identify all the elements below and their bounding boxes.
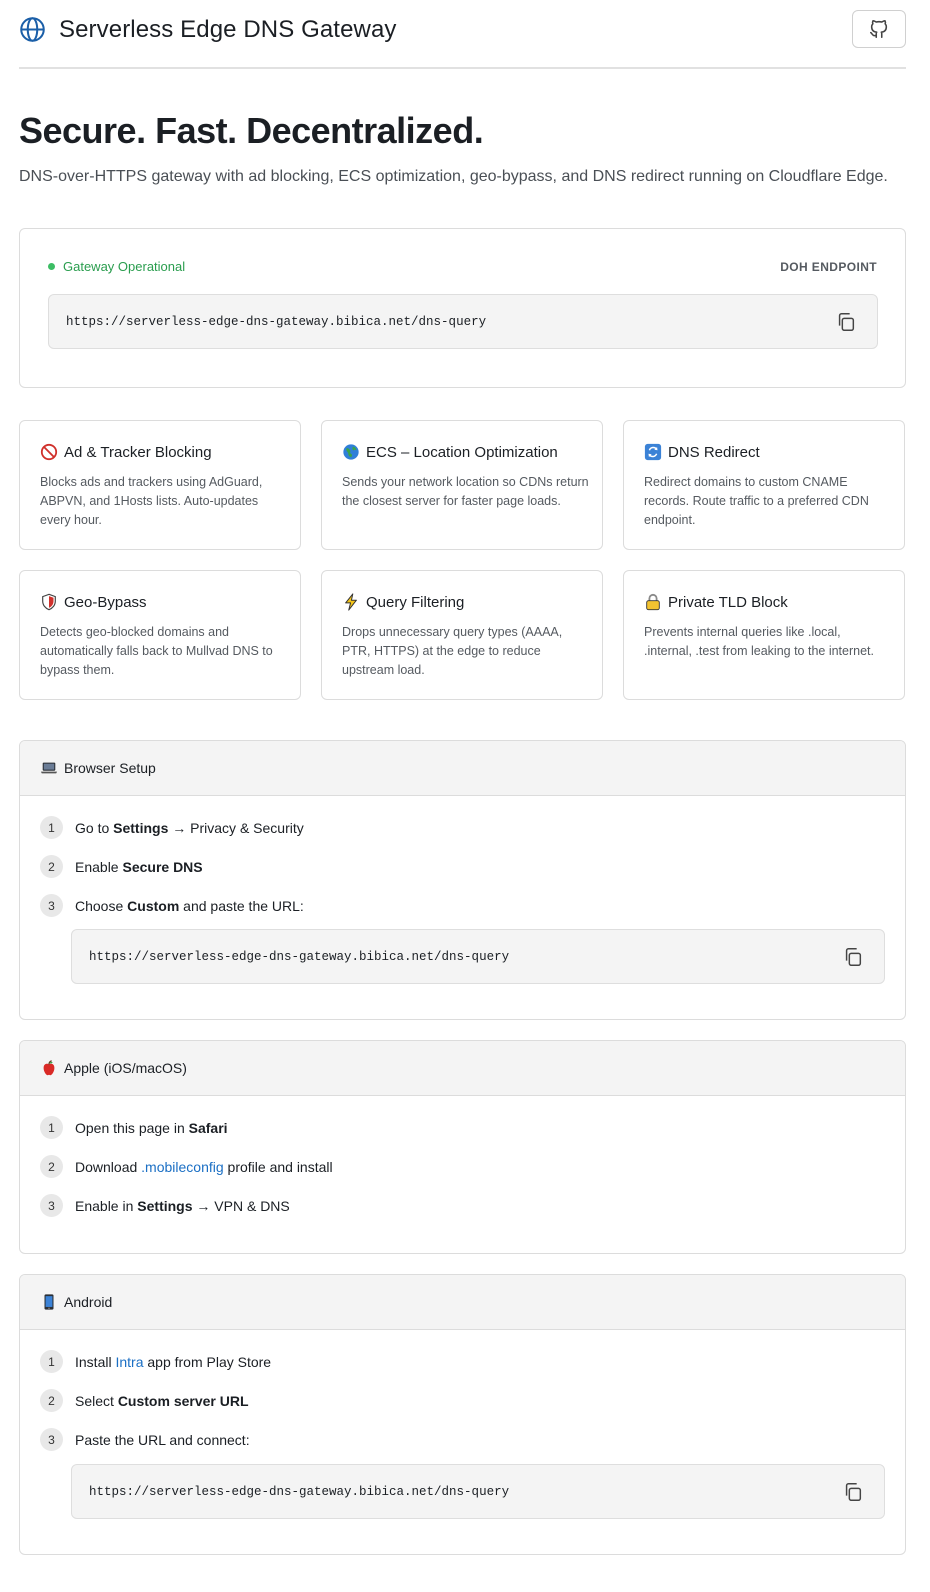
globe-americas-icon [343,444,359,460]
copy-icon[interactable] [842,1481,864,1503]
step-number: 2 [40,1155,63,1178]
feature-title: ECS – Location Optimization [366,443,558,461]
apple-setup-panel: Apple (iOS/macOS) 1 Open this page in Sa… [19,1040,906,1254]
no-entry-icon [40,443,58,461]
endpoint-card: Gateway Operational DOH ENDPOINT https:/… [19,228,906,388]
feature-title: Geo-Bypass [64,593,147,611]
lock-icon [646,593,660,611]
step-item: 2 Enable Secure DNS [40,855,203,878]
status-indicator: Gateway Operational [48,259,185,274]
step-number: 1 [40,1350,63,1373]
lightning-icon [345,593,357,611]
feature-card-private-tld: Private TLD Block Prevents internal quer… [623,570,905,700]
feature-card-geo-bypass: Geo-Bypass Detects geo-blocked domains a… [19,570,301,700]
status-dot-icon [48,263,55,270]
feature-card-ad-blocking: Ad & Tracker Blocking Blocks ads and tra… [19,420,301,550]
step-number: 3 [40,1428,63,1451]
feature-desc: Redirect domains to custom CNAME records… [644,475,869,527]
github-icon [869,20,888,39]
laptop-icon [40,762,58,774]
android-url[interactable]: https://serverless-edge-dns-gateway.bibi… [89,1485,509,1499]
endpoint-url[interactable]: https://serverless-edge-dns-gateway.bibi… [66,315,486,329]
app-title: Serverless Edge DNS Gateway [59,16,397,43]
panel-header[interactable]: Android [20,1275,905,1330]
arrows-cycle-icon [644,443,662,461]
step-number: 1 [40,816,63,839]
step-item: 3 Choose Custom and paste the URL: [40,894,304,917]
feature-title: DNS Redirect [668,443,760,461]
copy-icon[interactable] [835,311,857,333]
panel-title: Android [64,1294,113,1310]
status-text: Gateway Operational [63,259,186,274]
feature-title: Query Filtering [366,593,465,611]
globe-icon [20,17,45,42]
panel-header[interactable]: Browser Setup [20,741,905,796]
feature-desc: Sends your network location so CDNs retu… [342,475,589,508]
browser-url-box: https://serverless-edge-dns-gateway.bibi… [71,929,885,984]
feature-desc: Blocks ads and trackers using AdGuard, A… [40,475,263,527]
browser-setup-panel: Browser Setup 1 Go to Settings → Privacy… [19,740,906,1020]
android-setup-panel: Android 1 Install Intra app from Play St… [19,1274,906,1555]
endpoint-url-box: https://serverless-edge-dns-gateway.bibi… [48,294,878,349]
intra-link[interactable]: Intra [115,1354,143,1370]
feature-card-query-filtering: Query Filtering Drops unnecessary query … [321,570,603,700]
panel-header[interactable]: Apple (iOS/macOS) [20,1041,905,1096]
mobileconfig-link[interactable]: .mobileconfig [141,1159,224,1175]
endpoint-label: DOH ENDPOINT [780,260,877,274]
feature-desc: Detects geo-blocked domains and automati… [40,625,273,677]
step-item: 1 Open this page in Safari [40,1116,228,1139]
copy-icon[interactable] [842,946,864,968]
feature-title: Ad & Tracker Blocking [64,443,212,461]
step-number: 1 [40,1116,63,1139]
step-item: 2 Select Custom server URL [40,1389,249,1412]
android-url-box: https://serverless-edge-dns-gateway.bibi… [71,1464,885,1519]
step-item: 1 Go to Settings → Privacy & Security [40,816,304,839]
browser-url[interactable]: https://serverless-edge-dns-gateway.bibi… [89,950,509,964]
github-button[interactable] [852,10,906,48]
step-item: 3 Paste the URL and connect: [40,1428,250,1451]
step-number: 2 [40,1389,63,1412]
step-number: 2 [40,855,63,878]
mobile-phone-icon [44,1294,54,1310]
apple-icon [43,1060,55,1076]
feature-title: Private TLD Block [668,593,788,611]
step-item: 3 Enable in Settings → VPN & DNS [40,1194,290,1217]
page: Serverless Edge DNS Gateway Secure. Fast… [0,0,930,1592]
step-item: 2 Download .mobileconfig profile and ins… [40,1155,333,1178]
panel-title: Apple (iOS/macOS) [64,1060,187,1076]
feature-desc: Drops unnecessary query types (AAAA, PTR… [342,625,563,677]
step-number: 3 [40,894,63,917]
feature-desc: Prevents internal queries like .local, .… [644,625,874,658]
step-item: 1 Install Intra app from Play Store [40,1350,271,1373]
shield-icon [42,593,56,611]
hero-subtitle: DNS-over-HTTPS gateway with ad blocking,… [19,168,888,185]
feature-card-dns-redirect: DNS Redirect Redirect domains to custom … [623,420,905,550]
hero-title: Secure. Fast. Decentralized. [19,110,484,151]
site-header: Serverless Edge DNS Gateway [19,0,906,69]
panel-title: Browser Setup [64,760,156,776]
step-number: 3 [40,1194,63,1217]
feature-card-ecs: ECS – Location Optimization Sends your n… [321,420,603,550]
